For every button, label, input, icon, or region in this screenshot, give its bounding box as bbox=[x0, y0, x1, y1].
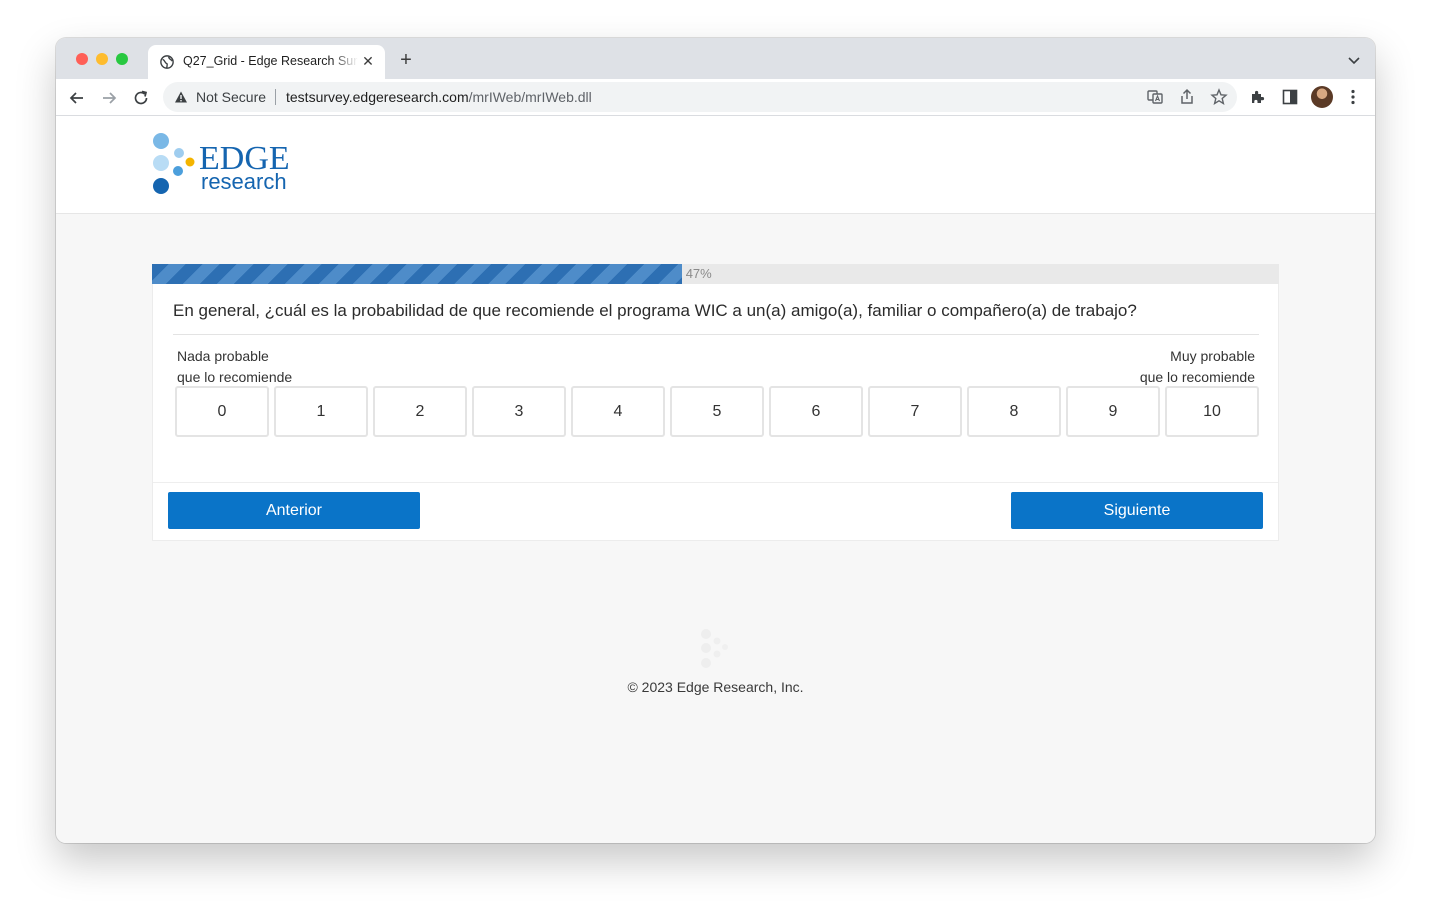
back-arrow-icon[interactable] bbox=[67, 88, 87, 108]
tab-strip: Q27_Grid - Edge Research Survey ✕ + bbox=[56, 38, 1375, 79]
close-icon[interactable]: ✕ bbox=[360, 53, 376, 69]
forward-arrow-icon[interactable] bbox=[99, 88, 119, 108]
more-options-icon[interactable] bbox=[1344, 88, 1362, 106]
logo-dot bbox=[153, 178, 169, 194]
scale-option-2[interactable]: 2 bbox=[373, 386, 467, 437]
page-content: EDGE research 47% En general, ¿cuál es l… bbox=[56, 116, 1375, 843]
edge-research-logo: EDGE research bbox=[153, 133, 290, 194]
rating-scale: 0 1 2 3 4 5 6 7 8 9 10 bbox=[175, 386, 1259, 437]
security-label[interactable]: Not Secure bbox=[196, 89, 266, 105]
scale-option-5[interactable]: 5 bbox=[670, 386, 764, 437]
profile-avatar[interactable] bbox=[1311, 86, 1333, 108]
browser-tab[interactable]: Q27_Grid - Edge Research Survey ✕ bbox=[148, 45, 385, 79]
logo-dot bbox=[173, 166, 183, 176]
url-path: /mrIWeb/mrIWeb.dll bbox=[468, 89, 592, 105]
chevron-down-icon[interactable] bbox=[1347, 53, 1361, 67]
scale-option-0[interactable]: 0 bbox=[175, 386, 269, 437]
url-text[interactable]: testsurvey.edgeresearch.com/mrIWeb/mrIWe… bbox=[286, 89, 592, 105]
question-text: En general, ¿cuál es la probabilidad de … bbox=[173, 301, 1137, 320]
anchor-low-line1: Nada probable bbox=[177, 348, 269, 364]
previous-button[interactable]: Anterior bbox=[168, 492, 420, 529]
scale-option-10[interactable]: 10 bbox=[1165, 386, 1259, 437]
side-panel-icon[interactable] bbox=[1281, 88, 1299, 106]
logo-word-sub: research bbox=[201, 169, 287, 194]
new-tab-button[interactable]: + bbox=[396, 50, 416, 70]
url-host: testsurvey.edgeresearch.com bbox=[286, 89, 469, 105]
progress-fill bbox=[152, 264, 682, 284]
close-window-button[interactable] bbox=[76, 53, 88, 65]
next-button[interactable]: Siguiente bbox=[1011, 492, 1263, 529]
scale-anchor-high: Muy probable que lo recomiende bbox=[1140, 346, 1255, 388]
browser-toolbar: Not Secure testsurvey.edgeresearch.com/m… bbox=[56, 79, 1375, 116]
scale-option-1[interactable]: 1 bbox=[274, 386, 368, 437]
scale-anchor-low: Nada probable que lo recomiende bbox=[177, 346, 292, 388]
scale-option-3[interactable]: 3 bbox=[472, 386, 566, 437]
logo-dot bbox=[153, 133, 169, 149]
logo-dot bbox=[153, 155, 169, 171]
scale-option-8[interactable]: 8 bbox=[967, 386, 1061, 437]
logo-dot bbox=[174, 148, 184, 158]
minimize-window-button[interactable] bbox=[96, 53, 108, 65]
warning-icon bbox=[175, 91, 187, 103]
anchor-high-line2: que lo recomiende bbox=[1139, 369, 1255, 385]
browser-window: Q27_Grid - Edge Research Survey ✕ + Not … bbox=[56, 38, 1375, 843]
maximize-window-button[interactable] bbox=[116, 53, 128, 65]
share-icon[interactable] bbox=[1178, 88, 1196, 106]
scale-option-7[interactable]: 7 bbox=[868, 386, 962, 437]
scale-option-9[interactable]: 9 bbox=[1066, 386, 1160, 437]
progress-label: 47% bbox=[685, 266, 712, 281]
translate-icon[interactable] bbox=[1146, 88, 1164, 106]
card-divider bbox=[153, 482, 1278, 483]
progress-bar: 47% bbox=[152, 264, 1279, 284]
logo-dot bbox=[185, 157, 195, 167]
reload-icon[interactable] bbox=[131, 88, 151, 108]
scale-option-6[interactable]: 6 bbox=[769, 386, 863, 437]
question-divider bbox=[173, 334, 1259, 335]
omnibox-divider bbox=[275, 89, 276, 105]
scale-option-4[interactable]: 4 bbox=[571, 386, 665, 437]
extensions-puzzle-icon[interactable] bbox=[1249, 88, 1267, 106]
question-card: En general, ¿cuál es la probabilidad de … bbox=[152, 284, 1279, 541]
bookmark-star-icon[interactable] bbox=[1210, 88, 1228, 106]
footer-logo-mark bbox=[701, 629, 728, 668]
anchor-low-line2: que lo recomiende bbox=[177, 369, 293, 385]
anchor-high-line1: Muy probable bbox=[1170, 348, 1255, 364]
copyright-text: © 2023 Edge Research, Inc. bbox=[627, 679, 804, 695]
globe-icon bbox=[160, 55, 174, 69]
address-bar[interactable]: Not Secure testsurvey.edgeresearch.com/m… bbox=[163, 82, 1237, 112]
tab-title: Q27_Grid - Edge Research Survey bbox=[183, 54, 358, 68]
site-header: EDGE research bbox=[56, 116, 1375, 214]
